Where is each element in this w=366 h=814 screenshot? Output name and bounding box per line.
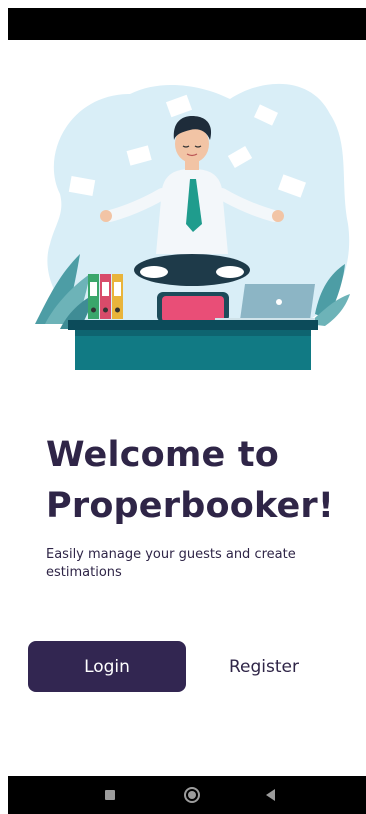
welcome-title-line2: Properbooker! [46,486,335,526]
meditating-person-illustration [35,83,350,370]
status-bar [8,8,366,40]
register-button[interactable]: Register [214,641,314,692]
welcome-title: Welcome to Properbooker! [46,430,346,532]
system-navigation-bar [8,776,366,814]
welcome-subtitle: Easily manage your guests and create est… [46,547,296,580]
login-button[interactable]: Login [28,641,186,692]
home-icon[interactable] [184,787,200,803]
back-icon[interactable] [266,789,275,801]
recent-apps-icon[interactable] [105,790,115,800]
welcome-title-line1: Welcome to [46,435,280,475]
